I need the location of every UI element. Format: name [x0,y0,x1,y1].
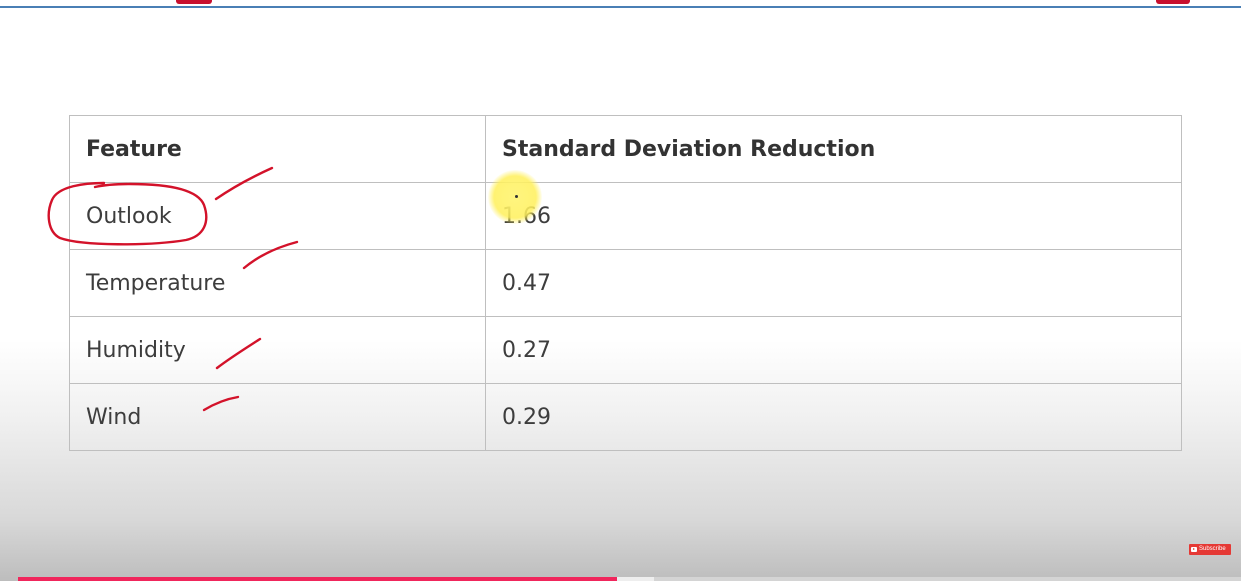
title-fragment [176,0,212,4]
youtube-logo-icon [1191,547,1197,552]
table-row: Wind 0.29 [69,383,1182,451]
table-row: Temperature 0.47 [69,249,1182,317]
sdr-value-cell: 1.66 [485,182,1182,250]
subscribe-label: Subscribe [1199,546,1226,552]
sdr-table: Feature Standard Deviation Reduction Out… [69,115,1182,451]
sdr-value-cell: 0.27 [485,316,1182,384]
subscribe-button[interactable]: Subscribe [1189,544,1231,555]
progress-buffered [617,577,654,581]
sdr-value-cell: 0.47 [485,249,1182,317]
column-header-sdr: Standard Deviation Reduction [485,115,1182,183]
table-row: Humidity 0.27 [69,316,1182,384]
sdr-table-container: Feature Standard Deviation Reduction Out… [69,115,1182,451]
progress-played [18,577,618,581]
feature-cell: Temperature [69,249,486,317]
table-header-row: Feature Standard Deviation Reduction [69,115,1182,183]
feature-cell: Outlook [69,182,486,250]
slide-title-edge [0,0,1241,8]
pointer-dot [515,195,518,198]
column-header-feature: Feature [69,115,486,183]
feature-cell: Wind [69,383,486,451]
title-fragment [1156,0,1190,4]
feature-cell: Humidity [69,316,486,384]
title-underline [0,6,1241,8]
sdr-value-cell: 0.29 [485,383,1182,451]
table-row: Outlook 1.66 [69,182,1182,250]
video-progress-bar[interactable] [18,577,1241,581]
